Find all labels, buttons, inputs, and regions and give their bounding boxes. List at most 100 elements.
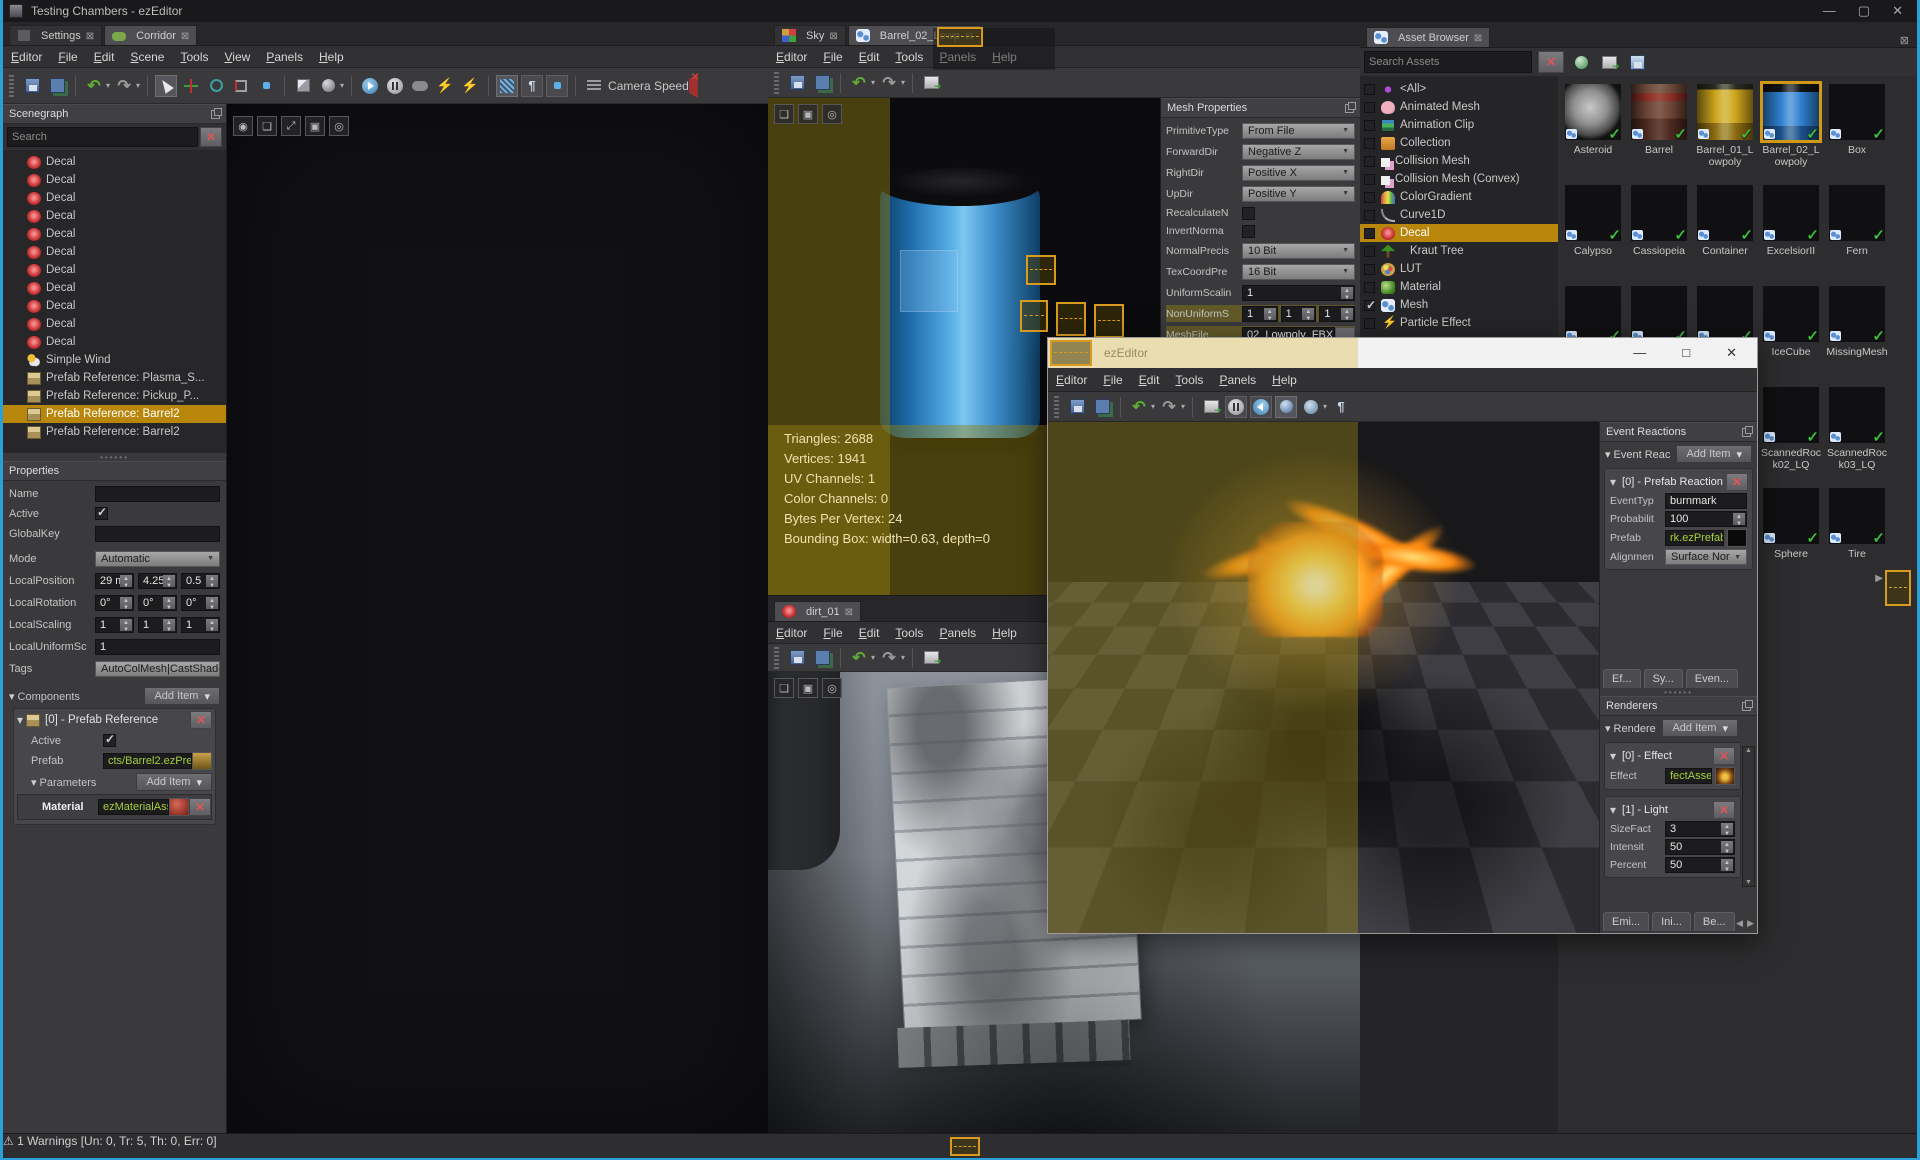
- asset-item[interactable]: ScannedRock02_LQ: [1758, 385, 1824, 486]
- scenegraph-item[interactable]: Decal: [3, 315, 226, 333]
- asset-item[interactable]: Box: [1824, 82, 1890, 183]
- asset-type-item[interactable]: Animated Mesh: [1360, 98, 1558, 116]
- simulate-button[interactable]: ⚡: [434, 75, 456, 97]
- asset-type-checkbox[interactable]: [1364, 317, 1375, 329]
- float-panel-icon[interactable]: [1345, 101, 1356, 113]
- panel-close-icon[interactable]: ⊠: [1900, 34, 1909, 47]
- scenegraph-item[interactable]: Decal: [3, 297, 226, 315]
- menu-item[interactable]: Scene: [130, 50, 164, 64]
- document-tab[interactable]: Settings: [9, 25, 103, 45]
- scaling-z-field[interactable]: 1: [181, 616, 220, 633]
- camera-view-icon[interactable]: ◉: [233, 116, 253, 136]
- remove-renderer-button[interactable]: [1713, 801, 1735, 819]
- save-all-button[interactable]: [46, 75, 68, 97]
- close-button[interactable]: ✕: [1892, 3, 1903, 19]
- component-active-checkbox[interactable]: [103, 732, 116, 747]
- render-mode-icon[interactable]: ❏: [774, 104, 794, 124]
- asset-type-checkbox[interactable]: [1364, 191, 1375, 203]
- add-renderer-button[interactable]: Add Item: [1662, 719, 1738, 737]
- document-tab[interactable]: dirt_01: [774, 601, 862, 621]
- mode-dropdown[interactable]: Automatic: [95, 550, 220, 567]
- components-label[interactable]: Components: [9, 690, 95, 703]
- asset-item[interactable]: ExcelsiorII: [1758, 183, 1824, 284]
- asset-item[interactable]: MissingMesh: [1824, 284, 1890, 385]
- asset-item[interactable]: Fern: [1824, 183, 1890, 284]
- scenegraph-item[interactable]: Decal: [3, 261, 226, 279]
- tab-close-icon[interactable]: [1474, 32, 1482, 44]
- position-y-field[interactable]: 4.25: [138, 572, 177, 589]
- remove-reaction-button[interactable]: [1725, 473, 1748, 491]
- asset-search-input[interactable]: [1364, 51, 1532, 73]
- uniform-scaling-field[interactable]: 1: [95, 638, 220, 655]
- tab-scroll-left-icon[interactable]: ◀: [1736, 918, 1743, 929]
- scale-tool-button[interactable]: [230, 75, 252, 97]
- menu-item[interactable]: Edit: [1139, 373, 1160, 387]
- layers-icon[interactable]: ❏: [257, 116, 277, 136]
- float-panel-icon[interactable]: [1742, 699, 1753, 711]
- asset-item[interactable]: Barrel: [1626, 82, 1692, 183]
- minimize-button[interactable]: —: [1823, 3, 1836, 19]
- position-x-field[interactable]: 29 m: [95, 572, 134, 589]
- sphere-button[interactable]: [317, 75, 339, 97]
- pipeline-button[interactable]: ¶: [1330, 396, 1352, 418]
- asset-type-item[interactable]: Collision Mesh (Convex): [1360, 170, 1558, 188]
- maximize-button[interactable]: □: [1682, 345, 1690, 361]
- dock-tab[interactable]: Even...: [1685, 669, 1739, 688]
- render-mode-button[interactable]: [496, 74, 519, 97]
- dock-tab[interactable]: Ini...: [1652, 912, 1691, 931]
- layers-button[interactable]: [583, 75, 605, 97]
- scenegraph-item[interactable]: Decal: [3, 171, 226, 189]
- scene-red-barrel[interactable]: [227, 406, 283, 488]
- asset-type-checkbox[interactable]: [1364, 137, 1375, 149]
- asset-type-item[interactable]: Material: [1360, 278, 1558, 296]
- reimport-assets-button[interactable]: [1570, 51, 1592, 73]
- menu-item[interactable]: Tools: [895, 50, 923, 64]
- scenegraph-item[interactable]: Prefab Reference: Barrel2: [3, 423, 226, 441]
- event-reactions-list-label[interactable]: Event Reac: [1605, 448, 1671, 461]
- asset-item[interactable]: Tire: [1824, 486, 1890, 587]
- scenegraph-item[interactable]: Simple Wind: [3, 351, 226, 369]
- asset-type-item[interactable]: Mesh: [1360, 296, 1558, 314]
- save-button[interactable]: [1066, 396, 1088, 418]
- select-tool-button[interactable]: [155, 74, 178, 97]
- menu-item[interactable]: Editor: [11, 50, 42, 64]
- remove-parameter-button[interactable]: [189, 798, 211, 816]
- corridor-viewport[interactable]: ◉ ❏ ⤢ ▣ ◎: [227, 104, 768, 1133]
- redo-button[interactable]: ↷: [1158, 396, 1180, 418]
- screenshot-icon[interactable]: ▣: [798, 104, 818, 124]
- reaction-prefab-field[interactable]: rk.ezPrefab: [1665, 530, 1724, 546]
- thumbnail-icon[interactable]: ◎: [822, 104, 842, 124]
- menu-item[interactable]: Help: [992, 626, 1017, 640]
- material-asset-thumbnail[interactable]: [169, 798, 189, 816]
- screenshot-icon[interactable]: ▣: [305, 116, 325, 136]
- menu-item[interactable]: Edit: [859, 50, 880, 64]
- menu-item[interactable]: Tools: [180, 50, 208, 64]
- menu-item[interactable]: Editor: [1056, 373, 1087, 387]
- asset-item[interactable]: Container: [1692, 183, 1758, 284]
- prefab-asset-field[interactable]: cts/Barrel2.ezPrefab: [103, 753, 192, 769]
- asset-item[interactable]: Sphere: [1758, 486, 1824, 587]
- export-asset-button[interactable]: [920, 72, 942, 94]
- renderers-list-label[interactable]: Rendere: [1605, 722, 1656, 735]
- maximize-button[interactable]: ▢: [1858, 3, 1870, 19]
- scenegraph-item[interactable]: Decal: [3, 225, 226, 243]
- menu-item[interactable]: Tools: [1175, 373, 1203, 387]
- toolbar-grip[interactable]: [774, 646, 779, 669]
- invertnormals-checkbox[interactable]: [1242, 224, 1255, 238]
- asset-item[interactable]: Cassiopeia: [1626, 183, 1692, 284]
- name-field[interactable]: [95, 485, 220, 502]
- asset-type-checkbox[interactable]: [1364, 173, 1375, 185]
- rotate-tool-button[interactable]: [205, 75, 227, 97]
- loop-effect-button[interactable]: [1275, 395, 1298, 418]
- scenegraph-item[interactable]: Decal: [3, 207, 226, 225]
- scenegraph-item[interactable]: Prefab Reference: Pickup_P...: [3, 387, 226, 405]
- save-all-button[interactable]: [811, 72, 833, 94]
- asset-type-item[interactable]: ColorGradient: [1360, 188, 1558, 206]
- asset-type-checkbox[interactable]: [1364, 209, 1375, 221]
- pause-effect-button[interactable]: [1225, 395, 1248, 418]
- scenegraph-search-input[interactable]: [7, 127, 198, 147]
- nonuniform-z-field[interactable]: 1: [1319, 305, 1356, 322]
- save-button[interactable]: [21, 75, 43, 97]
- tab-scroll-right-icon[interactable]: ▶: [1747, 918, 1754, 929]
- asset-item[interactable]: Calypso: [1560, 183, 1626, 284]
